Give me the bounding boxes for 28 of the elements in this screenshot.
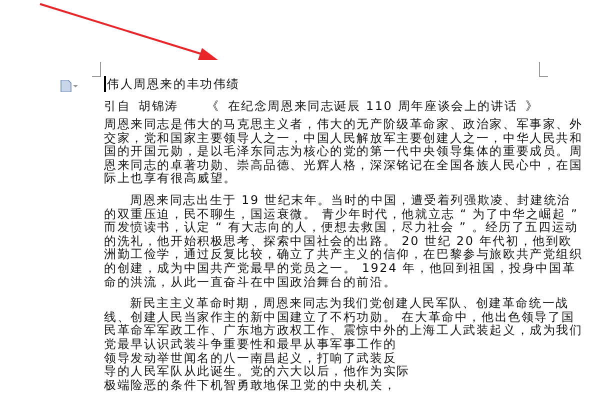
quote-mark: 《	[206, 98, 220, 114]
work-title: 在纪念周恩来同志诞辰 110 周年座谈会上的讲话	[228, 98, 518, 114]
text-line: 线、创建人民当家作主的新中国建立了不朽功勋。 在大革命中，他出色领导了国	[104, 310, 576, 324]
text-line: 导的人民军队从此诞生。党的六大以后，他作为实际	[104, 365, 411, 379]
text-line: 周恩来同志是伟大的马克思主义者，伟大的无产阶级革命家、政治家、军事家、外	[104, 118, 583, 132]
text-line: 的双重压迫，民不聊生，国运衰微。 青少年时代，他就立志 “ 为了中华之崛起 ”	[104, 208, 580, 221]
text-line: 领导发动举世闻名的八一南昌起义，打响了武装反	[104, 352, 398, 364]
text-line: 的创建，成为中国共产党最早的党员之一。 1924 年，他回到祖国，投身中国革	[104, 262, 577, 276]
text-line: 命的洪流，从此一直奋斗在中国政治舞台的前沿。	[104, 276, 398, 290]
quote-mark: 》	[526, 98, 539, 114]
text-line: 极端险恶的条件下机智勇敢地保卫党的中央机关，	[104, 378, 398, 392]
text-line: 而发愤读书，认定 “ 有大志向的人，便想去救国，尽力社会 ” 。经历了五四运动	[104, 221, 580, 235]
document-title: 伟人周恩来的丰功伟绩	[104, 76, 583, 92]
text-line: 周恩来同志出生于 19 世纪末年。当时的中国，遭受着列强欺凌、封建统治	[129, 194, 572, 208]
document-icon[interactable]	[60, 80, 78, 92]
page-corner-mark	[92, 62, 101, 77]
text-line: 际上也享有很高威望。	[104, 172, 238, 186]
source-label: 引自	[104, 98, 131, 114]
text-line: 民革命军军政工作、广东地方政权工作、震惊中外的上海工人武装起义，成为我们	[104, 324, 583, 338]
text-line: 恩来同志的卓著功勋、崇高品德、光辉人格，深深铭记在全国各族人民心中，在国	[104, 158, 583, 172]
author-name: 胡锦涛	[138, 98, 179, 114]
text-line: 的洗礼，他开始积极思考、探索中国社会的出路。 20 世纪 20 年代初，他到欧	[104, 234, 574, 248]
text-line: 交家，党和国家主要领导人之一，中国人民解放军主要创建人之一，中华人民共和	[104, 132, 583, 145]
text-line: 新民主主义革命时期，周恩来同志为我们党创建人民军队、创建革命统一战	[129, 297, 570, 310]
text-line: 国的开国元勋，是以毛泽东同志为核心的党的第一代中央领导集体的重要成员。周	[104, 145, 583, 158]
page-corner-mark	[539, 62, 548, 77]
text-line: 洲勤工俭学，通过反复比较，确立了共产主义的信仰，在巴黎参与旅欧共产党组织	[104, 248, 583, 262]
text-line: 党最早认识武装斗争重要性和最早从事军事工作的	[104, 338, 398, 352]
